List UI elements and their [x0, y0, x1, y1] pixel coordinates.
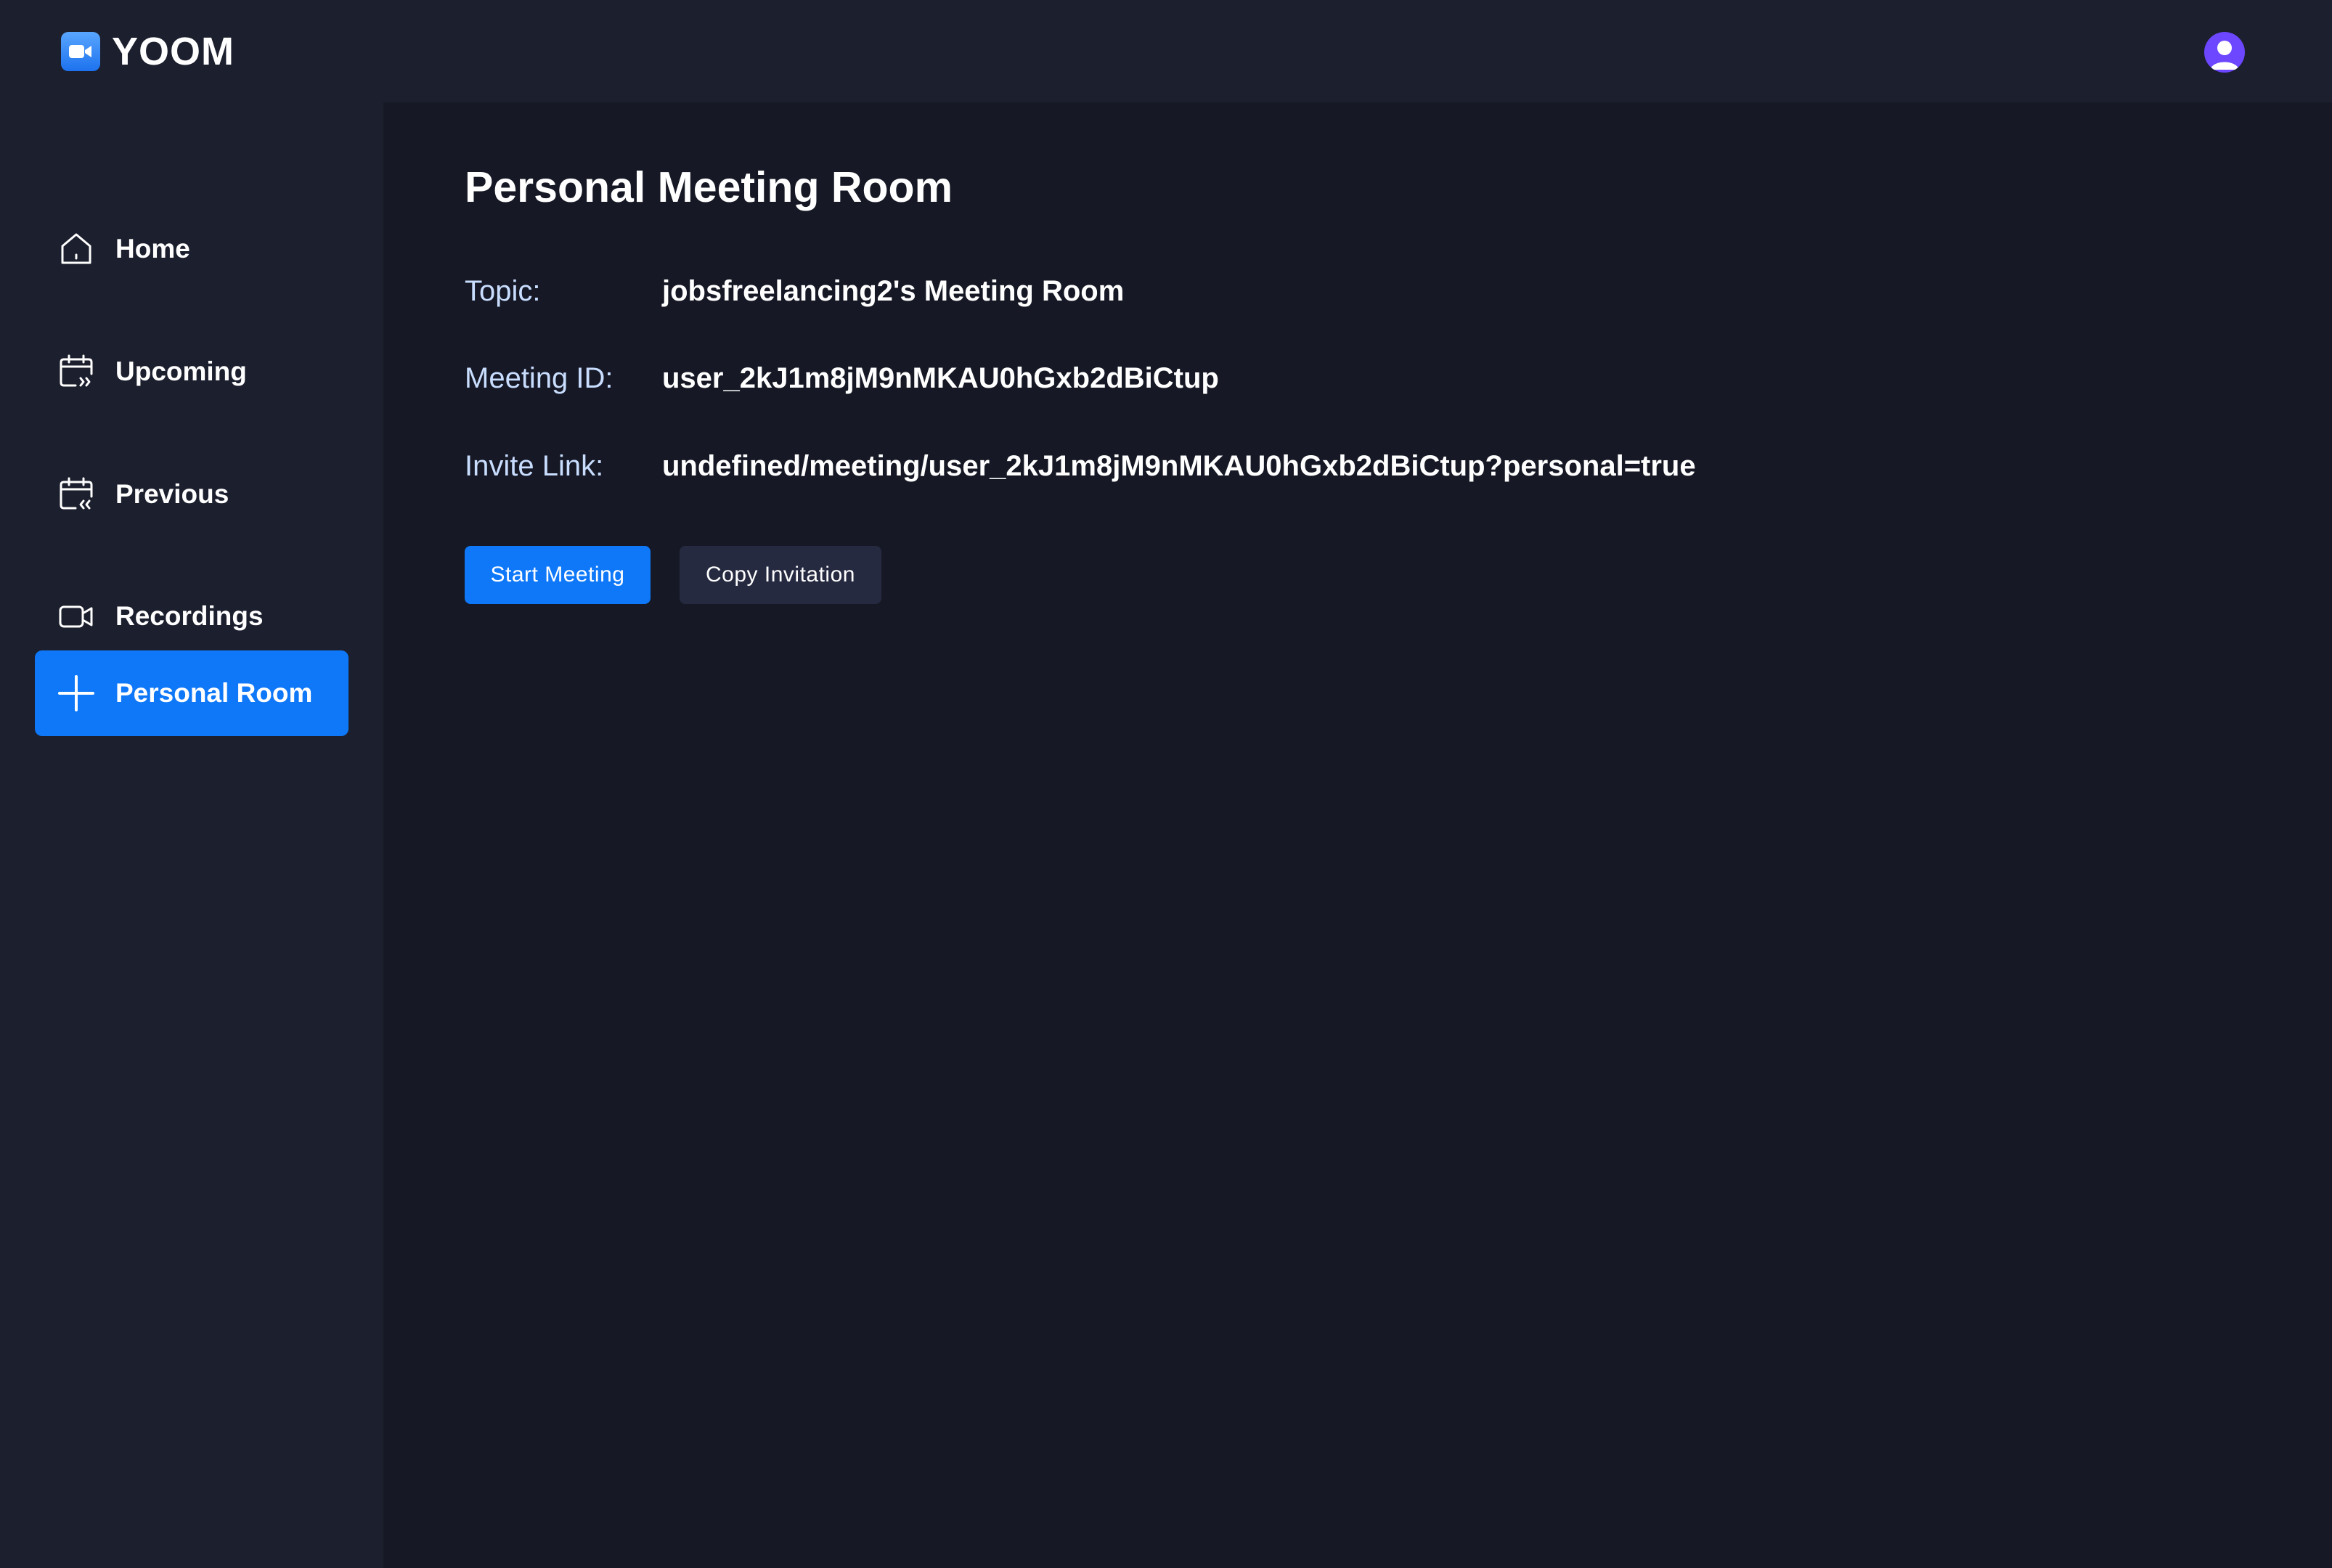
sidebar-item-recordings[interactable]: Recordings [35, 573, 348, 659]
sidebar-item-label: Upcoming [115, 356, 247, 386]
user-icon [2210, 41, 2239, 70]
user-avatar[interactable] [2204, 32, 2245, 73]
topic-row: Topic: jobsfreelancing2's Meeting Room [465, 275, 1124, 308]
sidebar: Home Upcoming Previous Recordings Person… [0, 102, 383, 1568]
topic-label: Topic: [465, 275, 541, 307]
top-navbar: YOOM [0, 0, 2332, 102]
sidebar-item-label: Recordings [115, 601, 264, 631]
sidebar-item-label: Previous [115, 479, 229, 509]
invite-link-value: undefined/meeting/user_2kJ1m8jM9nMKAU0hG… [662, 450, 1696, 482]
invite-link-row: Invite Link: undefined/meeting/user_2kJ1… [465, 450, 1696, 483]
sidebar-item-home[interactable]: Home [35, 206, 348, 292]
sidebar-item-upcoming[interactable]: Upcoming [35, 329, 348, 415]
main-content: Personal Meeting Room Topic: jobsfreelan… [383, 102, 2332, 1568]
calendar-back-icon [57, 475, 96, 514]
sidebar-item-label: Personal Room [115, 678, 313, 708]
meeting-id-value: user_2kJ1m8jM9nMKAU0hGxb2dBiCtup [662, 362, 1219, 394]
sidebar-item-personal-room[interactable]: Personal Room [35, 650, 348, 736]
brand-link[interactable]: YOOM [61, 28, 235, 75]
topic-value: jobsfreelancing2's Meeting Room [662, 275, 1125, 307]
video-camera-logo-icon [61, 32, 100, 71]
meeting-id-row: Meeting ID: user_2kJ1m8jM9nMKAU0hGxb2dBi… [465, 362, 1219, 395]
start-meeting-button[interactable]: Start Meeting [465, 546, 651, 604]
plus-icon [57, 674, 96, 713]
brand-name: YOOM [112, 30, 235, 73]
sidebar-item-previous[interactable]: Previous [35, 452, 348, 537]
home-icon [57, 229, 96, 269]
sidebar-item-label: Home [115, 234, 190, 264]
video-icon [57, 597, 96, 636]
meeting-id-label: Meeting ID: [465, 362, 613, 394]
invite-link-label: Invite Link: [465, 450, 604, 482]
page-title: Personal Meeting Room [465, 163, 953, 211]
calendar-forward-icon [57, 352, 96, 391]
copy-invitation-button[interactable]: Copy Invitation [680, 546, 881, 604]
